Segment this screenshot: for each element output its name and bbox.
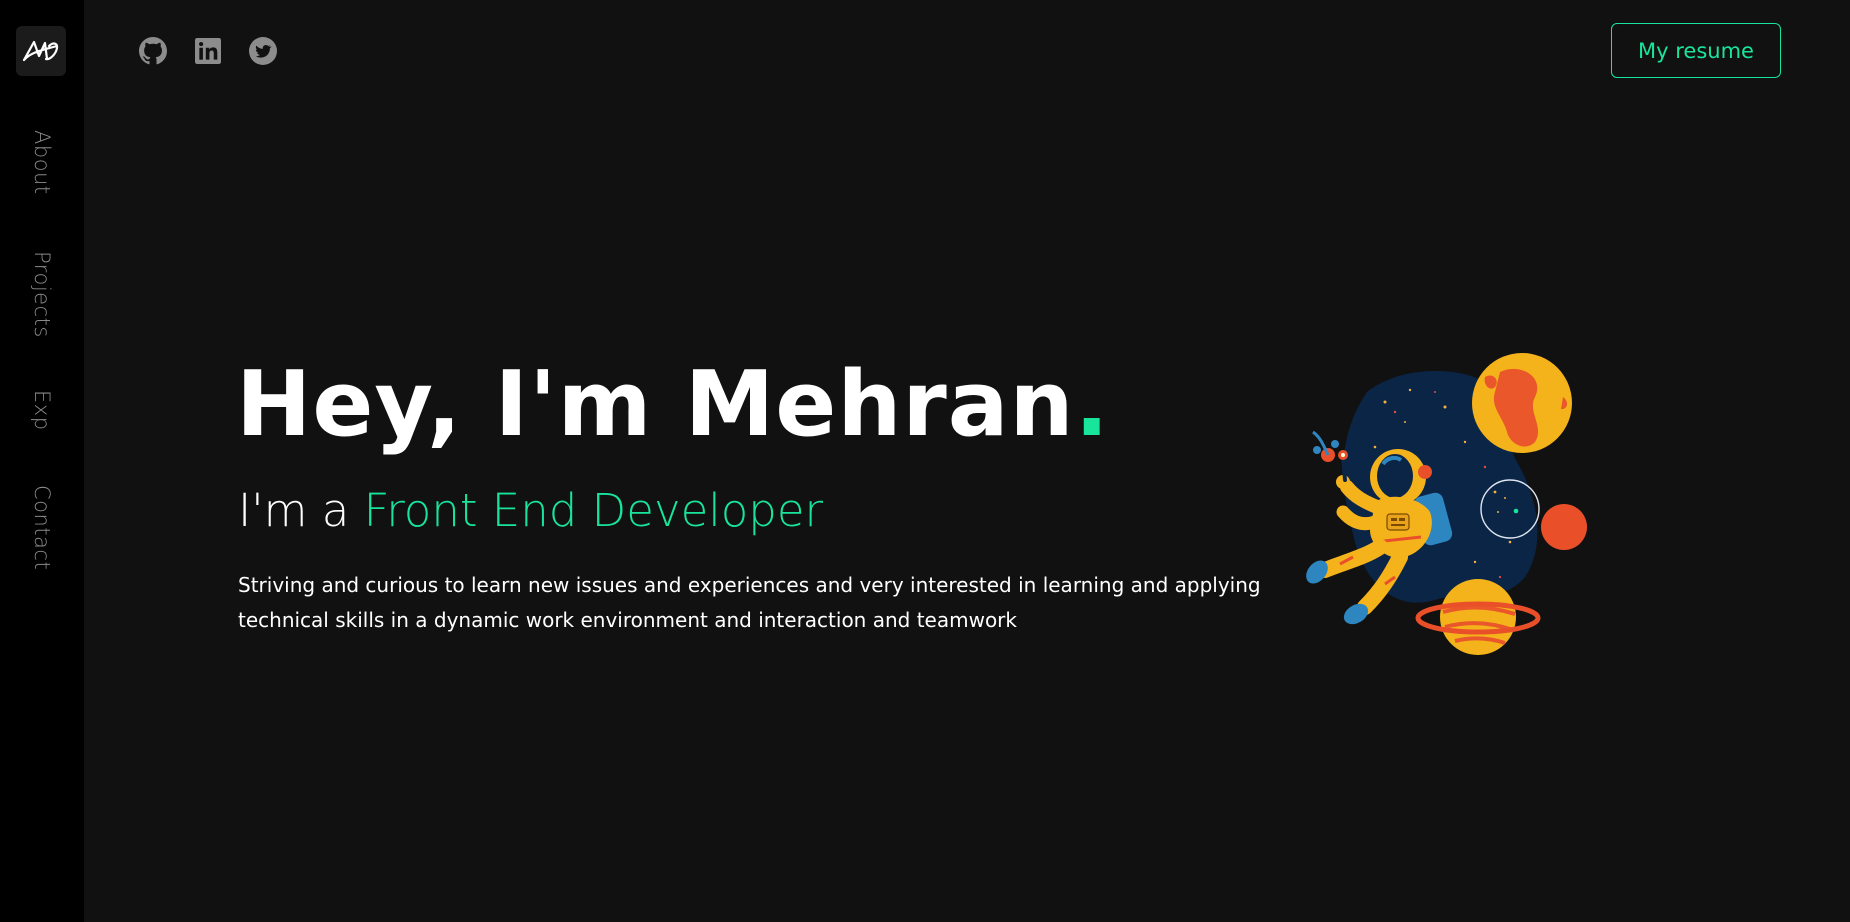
nav-contact[interactable]: Contact	[30, 485, 54, 570]
hero-subtitle-prefix: I'm a	[238, 484, 364, 537]
linkedin-icon	[195, 38, 221, 64]
hero-description: Striving and curious to learn new issues…	[238, 573, 1261, 632]
nav-projects[interactable]: Projects	[30, 251, 54, 338]
hero-title-dot: .	[1074, 352, 1110, 457]
github-link[interactable]	[138, 36, 168, 66]
resume-button[interactable]: My resume	[1611, 23, 1781, 78]
linkedin-link[interactable]	[193, 36, 223, 66]
astronaut-illustration	[1306, 353, 1587, 657]
hero-subtitle: I'm a Front End Developer	[238, 480, 823, 542]
github-icon	[139, 37, 167, 65]
nav-about[interactable]: About	[30, 130, 54, 195]
hero-title: Hey, I'm Mehran.	[236, 346, 1110, 464]
logo[interactable]	[16, 26, 66, 76]
nav-exp[interactable]: Exp	[30, 390, 54, 431]
twitter-icon	[249, 37, 277, 65]
hero-title-text: Hey, I'm Mehran	[236, 352, 1075, 457]
twitter-link[interactable]	[248, 36, 278, 66]
sidebar: About Projects Exp Contact	[0, 0, 84, 922]
logo-mark-icon	[22, 40, 59, 62]
hero-subtitle-role: Front End Developer	[363, 484, 824, 537]
page: About Projects Exp Contact My resume Hey…	[0, 0, 1850, 922]
